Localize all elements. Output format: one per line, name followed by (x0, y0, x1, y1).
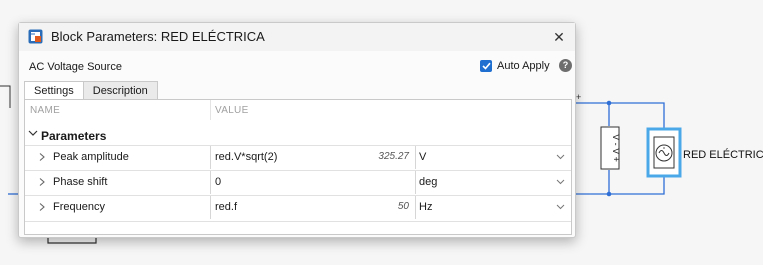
column-divider (210, 100, 211, 120)
port-marker: + (576, 92, 581, 102)
ac-source-block-label: RED ELÉCTRICA (683, 149, 763, 161)
voltage-sensor-label: V - V + (611, 134, 621, 162)
check-icon (480, 60, 492, 72)
param-label: Frequency (53, 201, 105, 213)
chevron-right-icon[interactable] (38, 152, 46, 162)
close-button[interactable]: ✕ (547, 25, 571, 49)
block-icon (28, 29, 43, 44)
dialog-title: Block Parameters: RED ELÉCTRICA (51, 29, 265, 44)
chevron-down-icon (556, 154, 565, 160)
param-value: red.V*sqrt(2) (215, 151, 278, 163)
unit-label: V (419, 151, 427, 163)
close-icon: ✕ (553, 29, 565, 45)
chevron-down-icon (28, 130, 38, 136)
block-parameters-dialog: Block Parameters: RED ELÉCTRICA ✕ AC Vol… (18, 22, 576, 238)
param-label: Peak amplitude (53, 151, 129, 163)
chevron-down-icon (556, 204, 565, 210)
parameters-group-label: Parameters (41, 129, 107, 143)
table-bottom-border (25, 221, 571, 222)
table-row: Phase shift 0 deg (25, 170, 571, 195)
parameters-group[interactable]: Parameters (25, 125, 571, 145)
auto-apply-label: Auto Apply (497, 60, 550, 72)
voltage-sensor-block[interactable]: V - V + (600, 126, 621, 170)
param-label: Phase shift (53, 176, 108, 188)
column-header-value: VALUE (215, 105, 249, 116)
param-evaluated-value: 50 (397, 201, 409, 212)
tab-settings[interactable]: Settings (24, 81, 84, 100)
chevron-right-icon[interactable] (38, 202, 46, 212)
block-type-label: AC Voltage Source (29, 61, 122, 73)
tab-bar: Settings Description (24, 81, 158, 100)
phase-shift-unit-select[interactable]: deg (415, 171, 571, 194)
chevron-down-icon (556, 179, 565, 185)
table-row: Frequency red.f 50 Hz (25, 195, 571, 220)
table-row: Peak amplitude red.V*sqrt(2) 325.27 V (25, 145, 571, 170)
column-header-name: NAME (30, 105, 61, 116)
frequency-unit-select[interactable]: Hz (415, 196, 571, 219)
param-evaluated-value: 325.27 (378, 151, 409, 162)
frequency-input[interactable]: red.f 50 (210, 196, 416, 219)
dialog-titlebar[interactable]: Block Parameters: RED ELÉCTRICA ✕ (19, 23, 575, 51)
parameters-table: NAME VALUE Parameters Peak amplitude red… (24, 99, 572, 235)
phase-shift-input[interactable]: 0 (210, 171, 416, 194)
peak-amplitude-input[interactable]: red.V*sqrt(2) 325.27 (210, 146, 416, 169)
ac-source-block[interactable] (646, 127, 682, 178)
param-value: 0 (215, 176, 222, 188)
wire-junction-bottom (606, 191, 612, 197)
wire-junction-top (606, 100, 612, 106)
peak-amplitude-unit-select[interactable]: V (415, 146, 571, 169)
auto-apply-checkbox[interactable]: Auto Apply (480, 58, 550, 74)
chevron-right-icon[interactable] (38, 177, 46, 187)
param-value: red.f (215, 201, 238, 213)
tab-description[interactable]: Description (83, 81, 158, 100)
unit-label: Hz (419, 201, 433, 213)
help-icon[interactable]: ? (559, 59, 572, 72)
unit-label: deg (419, 176, 438, 188)
